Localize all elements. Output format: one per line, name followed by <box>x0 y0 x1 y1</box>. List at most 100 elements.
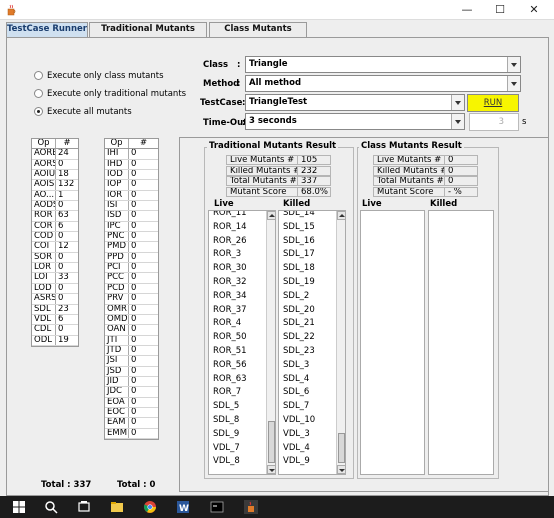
task-view-icon[interactable] <box>77 500 91 514</box>
table-row: JTD 0 <box>105 345 158 357</box>
run-button[interactable]: RUN <box>467 94 519 112</box>
class-select-value: Triangle <box>249 59 288 69</box>
testcase-select[interactable]: TriangleTest <box>245 94 465 111</box>
operator-name: OAN <box>105 325 129 335</box>
table-row: PCD 0 <box>105 283 158 295</box>
operator-name: ODL <box>32 335 56 345</box>
table-row: IPC 0 <box>105 221 158 233</box>
stat-key: Mutant Score <box>226 186 298 197</box>
operator-count: 6 <box>58 314 64 324</box>
operator-count: 18 <box>58 170 69 180</box>
traditional-live-list[interactable]: ROR_11 ROR_14 ROR_26 ROR_3 ROR_30 ROR_32 ROR_3… <box>208 210 276 475</box>
results-panel: Traditional Mutants Result Live Mutants … <box>179 137 549 492</box>
colon: : <box>237 79 241 89</box>
stat-value: 232 <box>297 165 331 176</box>
operator-count: 0 <box>131 159 137 169</box>
operator-name: COI <box>32 242 56 252</box>
operator-count: 0 <box>131 294 137 304</box>
operator-name: JSD <box>105 366 129 376</box>
operator-name: LOD <box>32 283 56 294</box>
operator-name: EOC <box>105 407 129 418</box>
chevron-down-icon[interactable] <box>507 57 520 72</box>
operator-count: 0 <box>131 397 137 407</box>
method-label: Method <box>203 79 240 89</box>
traditional-killed-list[interactable]: SDL_14 SDL_15 SDL_16 SDL_17 SDL_18 SDL_19 SDL_… <box>278 210 346 475</box>
scrollbar-thumb[interactable] <box>338 433 345 463</box>
scroll-down-icon[interactable] <box>337 465 345 474</box>
java-cup-icon <box>7 4 16 16</box>
operator-name: PRV <box>105 294 129 304</box>
table-row: JSI 0 <box>105 356 158 367</box>
table-row: ODL 19 <box>32 335 78 346</box>
operator-name: AOIU <box>34 170 56 180</box>
timeout-number-field[interactable]: 3 <box>469 113 519 131</box>
table-row: COI 12 <box>32 242 78 253</box>
traditional-operators-table: Op # AORB 24 AORS 0 AOIU 18 AOIS 132 AO... 1 AODS 0 RO… <box>31 138 79 347</box>
word-icon[interactable]: W <box>176 500 190 514</box>
operator-count: 0 <box>131 407 137 417</box>
operator-count: 0 <box>58 252 64 262</box>
scroll-down-icon[interactable] <box>267 465 275 474</box>
search-icon[interactable] <box>44 500 58 514</box>
class-live-list[interactable] <box>360 210 425 475</box>
table-row: IHD 0 <box>105 159 158 171</box>
table-row: IOP 0 <box>105 180 158 191</box>
operator-name: PMD <box>105 242 129 252</box>
tab-class-mutants-viewer[interactable]: Class Mutants Viewer <box>209 22 307 47</box>
timeout-select[interactable]: 3 seconds <box>245 113 465 130</box>
method-select[interactable]: All method <box>245 75 521 92</box>
class-killed-header: Killed <box>430 199 458 209</box>
class-operators-table: Op # IHI 0 IHD 0 IOD 0 IOP 0 IOR 0 ISI 0 ISD 0 IPC 0 PNC 0 P… <box>104 138 159 440</box>
stat-value: 68.0% <box>297 186 331 197</box>
traditional-total: Total : 337 <box>41 480 92 490</box>
radio-dot[interactable] <box>34 71 43 80</box>
operator-count: 0 <box>131 304 137 314</box>
operator-name: ISD <box>105 211 129 221</box>
radio-label: Execute only class mutants <box>47 71 164 81</box>
operator-name: ASRS <box>34 294 56 304</box>
scroll-up-icon[interactable] <box>337 211 345 220</box>
table-row: EMM 0 <box>105 428 158 439</box>
chrome-icon[interactable] <box>143 500 157 514</box>
table-row: VDL 6 <box>32 314 78 326</box>
operator-name: PPD <box>105 252 129 263</box>
operator-count: 0 <box>131 283 137 293</box>
operator-name: EOA <box>105 397 129 407</box>
operator-count: 0 <box>131 345 137 355</box>
table-row: ROR 63 <box>32 211 78 222</box>
class-killed-list[interactable] <box>428 210 494 475</box>
stat-key: Killed Mutants # <box>226 165 298 176</box>
operator-count: 0 <box>131 201 137 211</box>
chevron-down-icon[interactable] <box>451 114 464 129</box>
radio-dot-selected[interactable] <box>34 107 43 116</box>
terminal-icon[interactable] <box>210 500 224 514</box>
table-row: COR 6 <box>32 221 78 233</box>
close-icon[interactable]: ✕ <box>511 0 554 20</box>
radio-dot[interactable] <box>34 89 43 98</box>
scrollbar-thumb[interactable] <box>268 421 275 463</box>
operator-count: 0 <box>131 232 137 242</box>
operator-name: AORB <box>34 149 56 159</box>
vertical-scrollbar[interactable] <box>266 211 275 474</box>
file-explorer-icon[interactable] <box>110 500 124 514</box>
table-row: OMR 0 <box>105 304 158 315</box>
vertical-scrollbar[interactable] <box>336 211 345 474</box>
scroll-up-icon[interactable] <box>267 211 275 220</box>
class-select[interactable]: Triangle <box>245 56 521 73</box>
table-row: AORS 0 <box>32 159 78 171</box>
tab-traditional-mutants-viewer[interactable]: Traditional Mutants Viewer <box>89 22 207 47</box>
chevron-down-icon[interactable] <box>451 95 464 110</box>
class-live-header: Live <box>362 199 382 209</box>
table-row: CDL 0 <box>32 325 78 336</box>
timeout-label: Time-Out <box>203 118 248 128</box>
windows-start-icon[interactable] <box>12 500 26 514</box>
operator-name: EAM <box>105 418 129 428</box>
table-row: AORB 24 <box>32 149 78 160</box>
java-icon[interactable] <box>244 500 258 514</box>
operator-name: IPC <box>105 221 129 232</box>
chevron-down-icon[interactable] <box>507 76 520 91</box>
radio-label: Execute all mutants <box>47 107 132 117</box>
table-row: PNC 0 <box>105 232 158 243</box>
tab-testcase-runner[interactable]: TestCase Runner <box>6 22 88 38</box>
operator-name: COR <box>32 221 56 232</box>
